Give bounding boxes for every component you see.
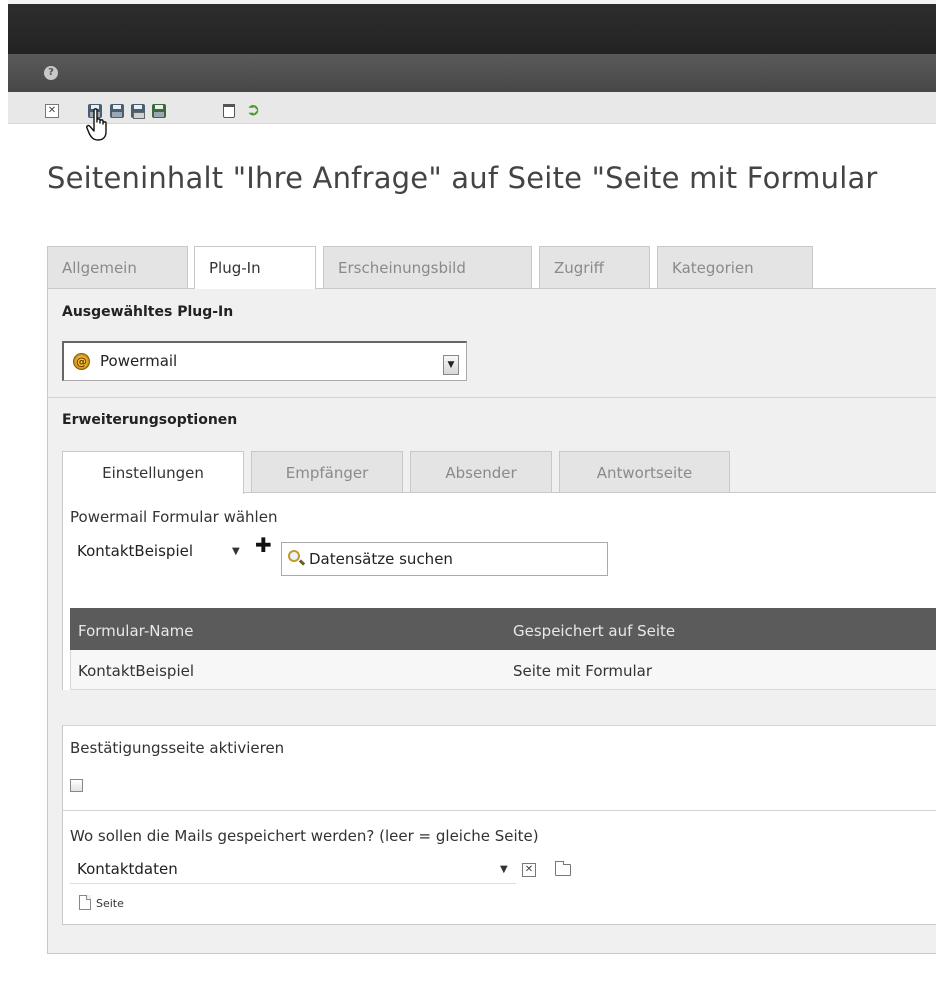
storage-label: Wo sollen die Mails gespeichert werden? …	[70, 827, 539, 845]
undo-icon[interactable]: ➲	[246, 102, 262, 119]
main-tabs: Allgemein Plug-In Erscheinungsbild Zugri…	[47, 246, 936, 289]
docheader-toolbar	[8, 92, 936, 124]
search-icon	[288, 550, 300, 562]
column-header-form-name[interactable]: Formular-Name	[78, 622, 194, 640]
module-header-bar	[8, 54, 936, 92]
powermail-icon: @	[73, 353, 90, 370]
close-icon[interactable]: ✕	[45, 104, 59, 118]
extension-tabs: Einstellungen Empfänger Absender Antwort…	[62, 451, 936, 494]
plugin-select-value: Powermail	[100, 352, 178, 370]
table-footer-area	[62, 690, 936, 726]
add-icon[interactable]: ✚	[255, 535, 272, 555]
tab-zugriff[interactable]: Zugriff	[539, 246, 650, 288]
extension-options-heading: Erweiterungsoptionen	[62, 412, 238, 428]
search-placeholder: Datensätze suchen	[309, 550, 453, 568]
table-cell-form-name[interactable]: KontaktBeispiel	[78, 662, 194, 680]
page-icon	[79, 895, 91, 910]
section-divider	[47, 397, 936, 398]
tab-kategorien[interactable]: Kategorien	[657, 246, 813, 288]
tab-absender[interactable]: Absender	[410, 451, 552, 493]
confirmation-label: Bestätigungsseite aktivieren	[70, 739, 285, 757]
record-type-label: Seite	[96, 897, 124, 910]
form-select[interactable]: KontaktBeispiel	[77, 542, 193, 560]
clear-icon[interactable]: ✕	[522, 863, 536, 877]
table-header	[70, 608, 936, 650]
top-bar	[8, 0, 936, 54]
tab-antwortseite[interactable]: Antwortseite	[559, 451, 730, 493]
help-icon[interactable]: ?	[44, 66, 58, 80]
tab-erscheinungsbild[interactable]: Erscheinungsbild	[323, 246, 532, 288]
save-new-icon[interactable]	[152, 104, 166, 118]
chevron-down-icon[interactable]: ▼	[232, 546, 240, 557]
page-title: Seiteninhalt "Ihre Anfrage" auf Seite "S…	[47, 161, 878, 195]
folder-icon[interactable]	[555, 861, 571, 876]
delete-icon[interactable]	[223, 104, 235, 118]
section-divider	[62, 810, 936, 811]
tab-allgemein[interactable]: Allgemein	[47, 246, 188, 288]
hand-cursor-icon	[86, 108, 107, 141]
tab-empfaenger[interactable]: Empfänger	[251, 451, 403, 493]
tab-einstellungen[interactable]: Einstellungen	[62, 451, 244, 494]
save-close-icon[interactable]	[131, 104, 145, 119]
selected-plugin-heading: Ausgewähltes Plug-In	[62, 304, 234, 320]
chevron-down-icon[interactable]: ▼	[500, 864, 508, 875]
form-select-label: Powermail Formular wählen	[70, 508, 278, 526]
confirmation-checkbox[interactable]	[70, 779, 83, 792]
save-view-icon[interactable]	[110, 104, 124, 118]
plugin-dropdown-button[interactable]: ▼	[443, 355, 459, 375]
storage-select-value: Kontaktdaten	[77, 860, 178, 878]
table-cell-saved-on-page[interactable]: Seite mit Formular	[513, 662, 652, 680]
tab-plug-in[interactable]: Plug-In	[194, 246, 316, 289]
column-header-saved-on-page[interactable]: Gespeichert auf Seite	[513, 622, 675, 640]
